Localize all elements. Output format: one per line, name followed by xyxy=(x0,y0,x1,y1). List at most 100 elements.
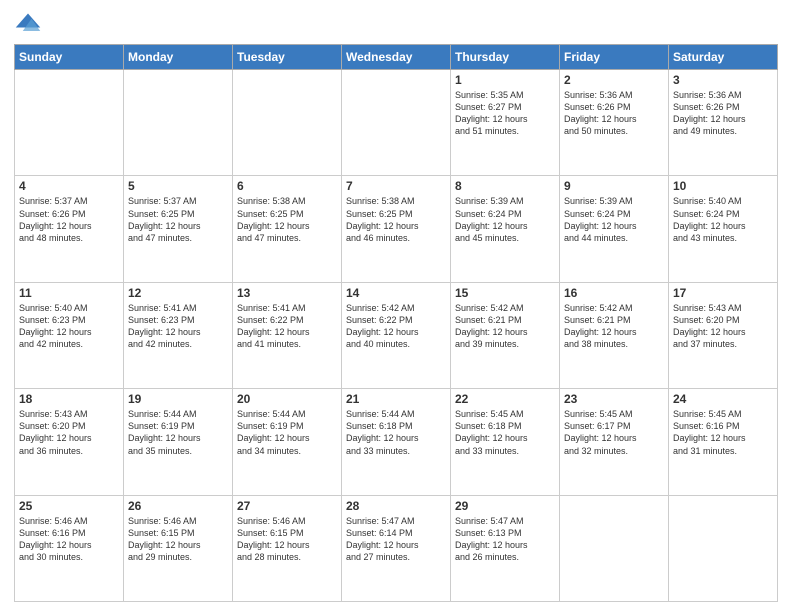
day-number: 19 xyxy=(128,392,228,406)
day-number: 10 xyxy=(673,179,773,193)
day-number: 29 xyxy=(455,499,555,513)
weekday-header-friday: Friday xyxy=(560,45,669,70)
calendar-cell xyxy=(233,70,342,176)
week-row-2: 4Sunrise: 5:37 AM Sunset: 6:26 PM Daylig… xyxy=(15,176,778,282)
day-number: 5 xyxy=(128,179,228,193)
day-info: Sunrise: 5:42 AM Sunset: 6:22 PM Dayligh… xyxy=(346,302,446,351)
day-number: 12 xyxy=(128,286,228,300)
day-info: Sunrise: 5:46 AM Sunset: 6:15 PM Dayligh… xyxy=(128,515,228,564)
day-number: 21 xyxy=(346,392,446,406)
calendar-cell xyxy=(124,70,233,176)
calendar-cell: 19 Sunrise: 5:44 AM Sunset: 6:19 PM Dayli… xyxy=(124,389,233,495)
weekday-header-monday: Monday xyxy=(124,45,233,70)
calendar-cell xyxy=(669,495,778,601)
day-info: Sunrise: 5:47 AM Sunset: 6:14 PM Dayligh… xyxy=(346,515,446,564)
day-info: Sunrise: 5:45 AM Sunset: 6:17 PM Dayligh… xyxy=(564,408,664,457)
day-info: Sunrise: 5:36 AM Sunset: 6:26 PM Dayligh… xyxy=(564,89,664,138)
day-number: 17 xyxy=(673,286,773,300)
day-number: 11 xyxy=(19,286,119,300)
calendar-cell: 12 Sunrise: 5:41 AM Sunset: 6:23 PM Dayli… xyxy=(124,282,233,388)
day-info: Sunrise: 5:43 AM Sunset: 6:20 PM Dayligh… xyxy=(19,408,119,457)
calendar-cell: 17Sunrise: 5:43 AM Sunset: 6:20 PM Dayli… xyxy=(669,282,778,388)
calendar-cell xyxy=(15,70,124,176)
day-number: 18 xyxy=(19,392,119,406)
day-info: Sunrise: 5:39 AM Sunset: 6:24 PM Dayligh… xyxy=(455,195,555,244)
calendar-cell: 13 Sunrise: 5:41 AM Sunset: 6:22 PM Dayli… xyxy=(233,282,342,388)
calendar-cell: 20 Sunrise: 5:44 AM Sunset: 6:19 PM Dayli… xyxy=(233,389,342,495)
day-info: Sunrise: 5:44 AM Sunset: 6:19 PM Dayligh… xyxy=(237,408,337,457)
day-number: 6 xyxy=(237,179,337,193)
weekday-header-tuesday: Tuesday xyxy=(233,45,342,70)
day-number: 13 xyxy=(237,286,337,300)
day-number: 15 xyxy=(455,286,555,300)
calendar-cell: 23Sunrise: 5:45 AM Sunset: 6:17 PM Dayli… xyxy=(560,389,669,495)
page: SundayMondayTuesdayWednesdayThursdayFrid… xyxy=(0,0,792,612)
day-number: 7 xyxy=(346,179,446,193)
calendar-cell: 9 Sunrise: 5:39 AM Sunset: 6:24 PM Daylig… xyxy=(560,176,669,282)
calendar-table: SundayMondayTuesdayWednesdayThursdayFrid… xyxy=(14,44,778,602)
day-info: Sunrise: 5:38 AM Sunset: 6:25 PM Dayligh… xyxy=(346,195,446,244)
day-number: 22 xyxy=(455,392,555,406)
day-info: Sunrise: 5:40 AM Sunset: 6:23 PM Dayligh… xyxy=(19,302,119,351)
day-info: Sunrise: 5:46 AM Sunset: 6:16 PM Dayligh… xyxy=(19,515,119,564)
day-info: Sunrise: 5:35 AM Sunset: 6:27 PM Dayligh… xyxy=(455,89,555,138)
day-info: Sunrise: 5:45 AM Sunset: 6:18 PM Dayligh… xyxy=(455,408,555,457)
day-number: 1 xyxy=(455,73,555,87)
calendar-cell: 28 Sunrise: 5:47 AM Sunset: 6:14 PM Dayli… xyxy=(342,495,451,601)
weekday-header-row: SundayMondayTuesdayWednesdayThursdayFrid… xyxy=(15,45,778,70)
day-number: 24 xyxy=(673,392,773,406)
day-info: Sunrise: 5:44 AM Sunset: 6:19 PM Dayligh… xyxy=(128,408,228,457)
calendar-cell xyxy=(342,70,451,176)
day-number: 3 xyxy=(673,73,773,87)
day-info: Sunrise: 5:47 AM Sunset: 6:13 PM Dayligh… xyxy=(455,515,555,564)
calendar-cell: 2 Sunrise: 5:36 AM Sunset: 6:26 PM Daylig… xyxy=(560,70,669,176)
day-number: 28 xyxy=(346,499,446,513)
calendar-cell: 27 Sunrise: 5:46 AM Sunset: 6:15 PM Dayli… xyxy=(233,495,342,601)
day-info: Sunrise: 5:36 AM Sunset: 6:26 PM Dayligh… xyxy=(673,89,773,138)
day-number: 27 xyxy=(237,499,337,513)
day-info: Sunrise: 5:42 AM Sunset: 6:21 PM Dayligh… xyxy=(564,302,664,351)
calendar-cell: 25 Sunrise: 5:46 AM Sunset: 6:16 PM Dayli… xyxy=(15,495,124,601)
calendar-cell: 10Sunrise: 5:40 AM Sunset: 6:24 PM Dayli… xyxy=(669,176,778,282)
calendar-cell: 16 Sunrise: 5:42 AM Sunset: 6:21 PM Dayli… xyxy=(560,282,669,388)
day-info: Sunrise: 5:37 AM Sunset: 6:25 PM Dayligh… xyxy=(128,195,228,244)
day-number: 4 xyxy=(19,179,119,193)
calendar-cell: 14 Sunrise: 5:42 AM Sunset: 6:22 PM Dayli… xyxy=(342,282,451,388)
calendar-cell: 24Sunrise: 5:45 AM Sunset: 6:16 PM Dayli… xyxy=(669,389,778,495)
calendar-cell: 6Sunrise: 5:38 AM Sunset: 6:25 PM Daylig… xyxy=(233,176,342,282)
calendar-cell: 11 Sunrise: 5:40 AM Sunset: 6:23 PM Dayli… xyxy=(15,282,124,388)
day-info: Sunrise: 5:39 AM Sunset: 6:24 PM Dayligh… xyxy=(564,195,664,244)
day-info: Sunrise: 5:42 AM Sunset: 6:21 PM Dayligh… xyxy=(455,302,555,351)
calendar-cell: 22 Sunrise: 5:45 AM Sunset: 6:18 PM Dayli… xyxy=(451,389,560,495)
header xyxy=(14,10,778,38)
weekday-header-saturday: Saturday xyxy=(669,45,778,70)
calendar-cell: 26 Sunrise: 5:46 AM Sunset: 6:15 PM Dayli… xyxy=(124,495,233,601)
calendar-cell: 5 Sunrise: 5:37 AM Sunset: 6:25 PM Daylig… xyxy=(124,176,233,282)
week-row-1: 1 Sunrise: 5:35 AM Sunset: 6:27 PM Daylig… xyxy=(15,70,778,176)
calendar-cell: 7 Sunrise: 5:38 AM Sunset: 6:25 PM Daylig… xyxy=(342,176,451,282)
day-info: Sunrise: 5:46 AM Sunset: 6:15 PM Dayligh… xyxy=(237,515,337,564)
day-info: Sunrise: 5:41 AM Sunset: 6:23 PM Dayligh… xyxy=(128,302,228,351)
day-info: Sunrise: 5:41 AM Sunset: 6:22 PM Dayligh… xyxy=(237,302,337,351)
calendar-cell: 8 Sunrise: 5:39 AM Sunset: 6:24 PM Daylig… xyxy=(451,176,560,282)
day-number: 9 xyxy=(564,179,664,193)
calendar-cell: 21 Sunrise: 5:44 AM Sunset: 6:18 PM Dayli… xyxy=(342,389,451,495)
day-number: 25 xyxy=(19,499,119,513)
day-number: 8 xyxy=(455,179,555,193)
logo xyxy=(14,10,46,38)
day-number: 26 xyxy=(128,499,228,513)
week-row-4: 18 Sunrise: 5:43 AM Sunset: 6:20 PM Dayli… xyxy=(15,389,778,495)
calendar-cell: 3 Sunrise: 5:36 AM Sunset: 6:26 PM Daylig… xyxy=(669,70,778,176)
day-info: Sunrise: 5:44 AM Sunset: 6:18 PM Dayligh… xyxy=(346,408,446,457)
day-number: 14 xyxy=(346,286,446,300)
day-number: 16 xyxy=(564,286,664,300)
calendar-cell xyxy=(560,495,669,601)
calendar-cell: 4Sunrise: 5:37 AM Sunset: 6:26 PM Daylig… xyxy=(15,176,124,282)
day-number: 20 xyxy=(237,392,337,406)
calendar-cell: 18 Sunrise: 5:43 AM Sunset: 6:20 PM Dayli… xyxy=(15,389,124,495)
week-row-3: 11 Sunrise: 5:40 AM Sunset: 6:23 PM Dayli… xyxy=(15,282,778,388)
day-number: 2 xyxy=(564,73,664,87)
weekday-header-wednesday: Wednesday xyxy=(342,45,451,70)
logo-icon xyxy=(14,10,42,38)
weekday-header-thursday: Thursday xyxy=(451,45,560,70)
